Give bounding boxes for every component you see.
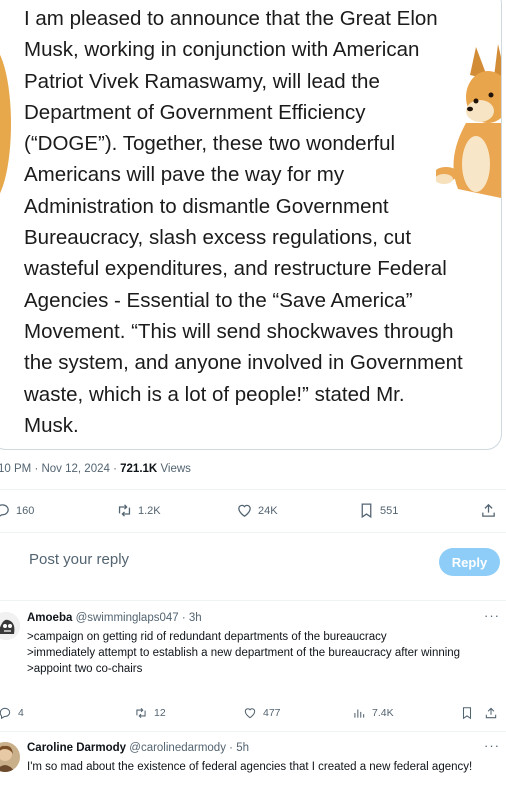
repost-count: 1.2K	[138, 504, 161, 517]
like-action-button[interactable]: 477	[243, 706, 281, 720]
reply-text: I'm so mad about the existence of federa…	[27, 759, 485, 775]
reply-count: 4	[18, 707, 24, 719]
divider	[0, 532, 506, 533]
reply-line: >appoint two co-chairs	[27, 663, 143, 675]
avatar[interactable]	[0, 742, 20, 772]
share-action-button[interactable]	[484, 706, 498, 720]
speech-bubble-icon	[0, 707, 11, 720]
reply-header: Amoeba @swimminglaps047 · 3h	[27, 612, 202, 624]
announcement-text: I am pleased to announce that the Great …	[24, 7, 463, 437]
more-dots-icon[interactable]: ···	[484, 738, 500, 753]
avatar-image	[0, 612, 20, 640]
reply-action-button[interactable]: 160	[0, 502, 34, 519]
views-action-button[interactable]: 7.4K	[352, 706, 394, 720]
divider	[0, 489, 506, 490]
views-count: 721.1K	[120, 463, 158, 475]
repost-arrows-icon	[136, 707, 146, 719]
post-date[interactable]: Nov 12, 2024	[41, 463, 109, 475]
repost-action-button[interactable]: 12	[134, 706, 166, 720]
avatar[interactable]	[0, 612, 20, 640]
like-count: 477	[263, 707, 281, 719]
bar-chart-icon	[354, 709, 365, 718]
like-action-button[interactable]: 24K	[236, 502, 278, 519]
reply-count: 160	[16, 504, 35, 517]
reply-header: Caroline Darmody @carolinedarmody · 5h	[27, 742, 249, 754]
divider	[0, 731, 506, 732]
bookmark-action-button[interactable]: 551	[358, 502, 398, 519]
quoted-image-card[interactable]: I am pleased to announce that the Great …	[0, 0, 502, 450]
bookmark-icon	[462, 707, 472, 720]
share-upload-icon	[485, 707, 497, 719]
reply-button[interactable]: Reply	[439, 548, 500, 576]
author-handle[interactable]: @swimminglaps047	[76, 612, 179, 624]
repost-action-button[interactable]: 1.2K	[116, 502, 161, 519]
divider	[0, 600, 506, 601]
heart-icon	[244, 708, 256, 719]
reply-time[interactable]: 3h	[189, 612, 202, 624]
bookmark-count: 551	[380, 504, 399, 517]
more-dots-icon[interactable]: ···	[484, 608, 500, 623]
reply-text: >campaign on getting rid of redundant de…	[27, 629, 497, 677]
shiba-doge-image-left	[0, 54, 11, 194]
like-count: 24K	[258, 504, 278, 517]
reply-line: >immediately attempt to establish a new …	[27, 647, 461, 659]
views-count: 7.4K	[372, 707, 394, 719]
dot-separator: ·	[181, 612, 186, 624]
share-upload-icon	[482, 503, 495, 517]
reply-line: I'm so mad about the existence of federa…	[27, 761, 473, 773]
views-label: Views	[160, 463, 191, 475]
reply-action-button[interactable]: 4	[0, 706, 24, 720]
author-name[interactable]: Amoeba	[27, 612, 72, 624]
reply-line: >campaign on getting rid of redundant de…	[27, 631, 387, 643]
shiba-doge-image-right	[436, 44, 501, 198]
reply-action-bar: 4 12 477 7.4K	[0, 706, 506, 724]
post-time[interactable]: 10 PM	[0, 463, 31, 475]
repost-arrows-icon	[118, 504, 131, 517]
dot-separator: ·	[229, 742, 234, 754]
post-action-bar: 160 1.2K 24K 551	[0, 500, 506, 526]
author-handle[interactable]: @carolinedarmody	[129, 742, 226, 754]
post-timestamp-line: 10 PM · Nov 12, 2024 · 721.1K Views	[0, 463, 191, 475]
reply-time[interactable]: 5h	[236, 742, 249, 754]
repost-count: 12	[154, 707, 166, 719]
reply-input[interactable]: Post your reply	[29, 551, 129, 568]
share-action-button[interactable]	[480, 502, 497, 519]
speech-bubble-icon	[0, 504, 9, 517]
heart-icon	[238, 504, 251, 517]
avatar-image	[0, 742, 20, 772]
bookmark-action-button[interactable]	[460, 706, 474, 720]
bookmark-icon	[361, 503, 372, 519]
author-name[interactable]: Caroline Darmody	[27, 742, 126, 754]
